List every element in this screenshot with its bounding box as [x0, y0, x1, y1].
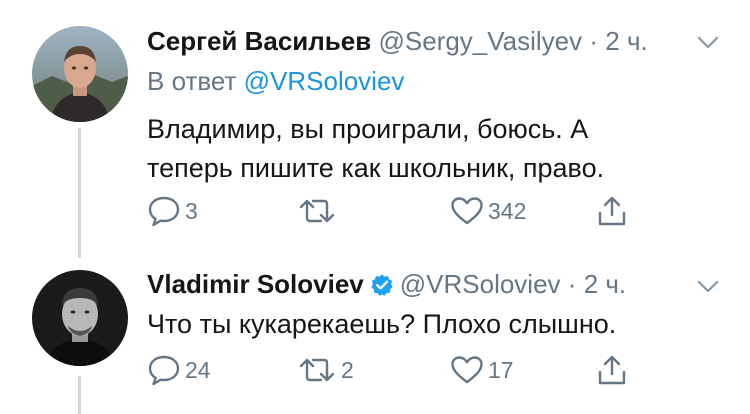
retweet-button[interactable]	[297, 194, 341, 228]
like-count: 342	[488, 197, 527, 224]
tweet-text-line: Владимир, вы проиграли, боюсь. А	[147, 114, 589, 144]
separator-dot: ·	[589, 26, 599, 56]
separator-dot: ·	[567, 269, 577, 299]
reply-mention-link[interactable]: @VRSoloviev	[244, 66, 405, 96]
display-name[interactable]: Vladimir Soloviev	[147, 269, 364, 299]
retweet-count: 2	[341, 356, 354, 383]
reply-count: 3	[185, 197, 198, 224]
reply-count: 24	[185, 356, 211, 383]
retweet-button[interactable]: 2	[297, 353, 354, 387]
heart-icon	[451, 356, 483, 384]
heart-icon	[451, 197, 483, 225]
avatar[interactable]	[32, 270, 128, 366]
reply-button[interactable]: 3	[147, 194, 198, 228]
share-icon	[598, 355, 626, 385]
thread-line	[78, 128, 81, 258]
like-button[interactable]: 17	[450, 353, 514, 387]
share-icon	[598, 196, 626, 226]
reply-button[interactable]: 24	[147, 353, 211, 387]
tweet[interactable]: Vladimir Soloviev @VRSoloviev · 2 ч. Что…	[0, 258, 750, 414]
share-button[interactable]	[596, 194, 628, 228]
user-handle[interactable]: @VRSoloviev	[400, 269, 561, 299]
retweet-icon	[299, 358, 335, 382]
tweet-text: Что ты кукарекаешь? Плохо слышно.	[147, 305, 707, 344]
avatar[interactable]	[32, 26, 128, 122]
tweet-time[interactable]: 2 ч.	[584, 269, 626, 299]
share-button[interactable]	[596, 353, 628, 387]
reply-prefix: В ответ	[147, 66, 244, 96]
chevron-down-icon[interactable]	[697, 280, 719, 294]
chevron-down-icon[interactable]	[697, 36, 719, 50]
tweet-text-line: теперь пишите как школьник, право.	[147, 153, 605, 183]
thread-line	[78, 376, 81, 414]
tweet-text-line: Что ты кукарекаешь? Плохо слышно.	[147, 309, 617, 339]
tweet-actions: 3 342	[147, 194, 647, 228]
verified-badge-icon	[371, 274, 393, 296]
tweet[interactable]: Сергей Васильев @Sergy_Vasilyev · 2 ч. В…	[0, 0, 750, 258]
speech-bubble-icon	[148, 196, 180, 227]
user-handle[interactable]: @Sergy_Vasilyev	[378, 26, 582, 56]
tweet-header: Сергей Васильев @Sergy_Vasilyev · 2 ч.	[147, 24, 648, 58]
like-button[interactable]: 342	[450, 194, 526, 228]
retweet-icon	[299, 199, 335, 223]
tweet-text: Владимир, вы проиграли, боюсь. А теперь …	[147, 110, 707, 188]
reply-context: В ответ @VRSoloviev	[147, 64, 404, 98]
tweet-time[interactable]: 2 ч.	[605, 26, 647, 56]
tweet-header: Vladimir Soloviev @VRSoloviev · 2 ч.	[147, 267, 626, 301]
display-name[interactable]: Сергей Васильев	[147, 26, 371, 56]
speech-bubble-icon	[148, 355, 180, 386]
like-count: 17	[488, 356, 514, 383]
tweet-actions: 24 2 17	[147, 353, 647, 387]
